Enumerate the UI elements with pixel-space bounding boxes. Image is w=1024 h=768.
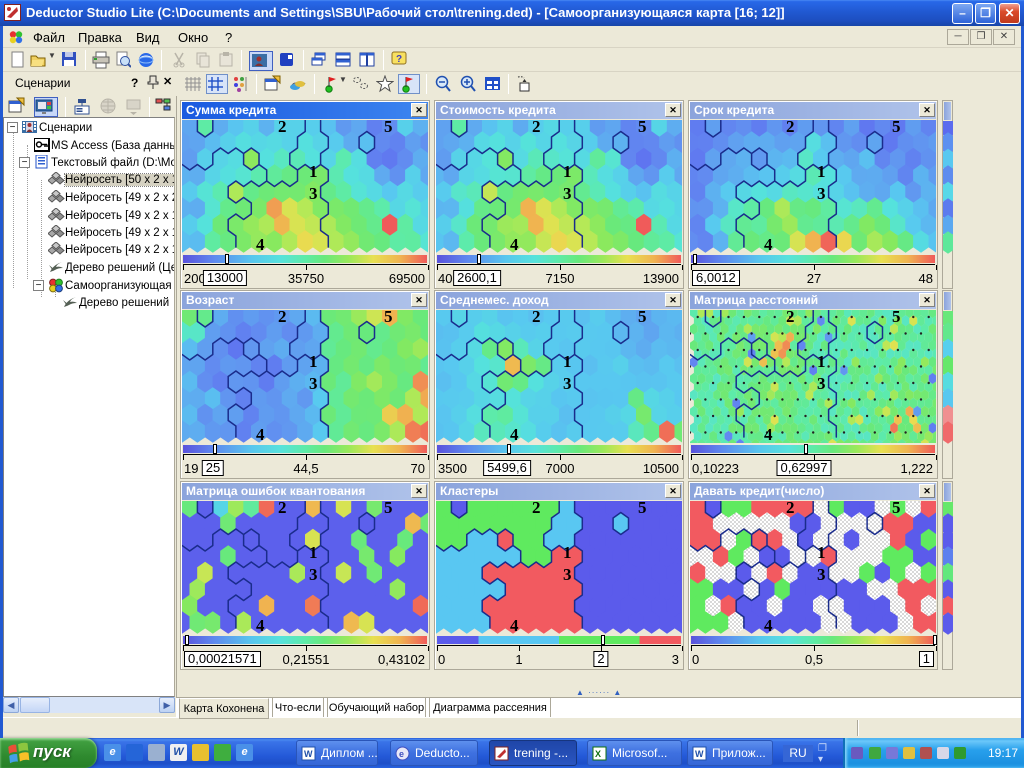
svg-text:3: 3 — [563, 565, 572, 584]
svg-text:4: 4 — [764, 425, 773, 443]
svg-text:3: 3 — [817, 374, 826, 393]
svg-text:4: 4 — [510, 425, 519, 443]
svg-text:W: W — [695, 749, 704, 759]
svg-text:4: 4 — [256, 616, 265, 634]
svg-text:e: e — [399, 749, 404, 759]
svg-text:3: 3 — [309, 565, 318, 584]
svg-text:2: 2 — [786, 310, 795, 326]
svg-text:4: 4 — [764, 235, 773, 253]
svg-text:3: 3 — [309, 184, 318, 203]
svg-text:2: 2 — [532, 120, 541, 136]
svg-text:1: 1 — [309, 162, 318, 181]
svg-text:1: 1 — [563, 162, 572, 181]
svg-text:1: 1 — [309, 352, 318, 371]
svg-text:?: ? — [396, 54, 402, 65]
svg-text:3: 3 — [563, 184, 572, 203]
svg-text:4: 4 — [256, 235, 265, 253]
svg-text:W: W — [304, 749, 313, 759]
svg-text:1: 1 — [563, 543, 572, 562]
svg-text:5: 5 — [638, 120, 647, 136]
svg-text:1: 1 — [563, 352, 572, 371]
svg-text:3: 3 — [563, 374, 572, 393]
svg-text:5: 5 — [638, 310, 647, 326]
svg-text:5: 5 — [384, 501, 393, 517]
svg-text:2: 2 — [532, 501, 541, 517]
svg-text:5: 5 — [384, 120, 393, 136]
svg-text:2: 2 — [786, 501, 795, 517]
svg-text:4: 4 — [256, 425, 265, 443]
svg-text:4: 4 — [510, 616, 519, 634]
svg-text:2: 2 — [278, 501, 287, 517]
svg-text:X: X — [595, 749, 601, 759]
svg-text:5: 5 — [892, 501, 901, 517]
svg-text:1: 1 — [309, 543, 318, 562]
svg-text:4: 4 — [510, 235, 519, 253]
svg-text:4: 4 — [764, 616, 773, 634]
svg-text:5: 5 — [892, 120, 901, 136]
svg-text:5: 5 — [384, 310, 393, 326]
svg-text:2: 2 — [786, 120, 795, 136]
svg-text:3: 3 — [817, 565, 826, 584]
svg-text:1: 1 — [817, 162, 826, 181]
svg-text:2: 2 — [278, 120, 287, 136]
svg-text:1: 1 — [817, 352, 826, 371]
svg-text:2: 2 — [532, 310, 541, 326]
svg-text:1: 1 — [817, 543, 826, 562]
svg-text:3: 3 — [309, 374, 318, 393]
svg-text:3: 3 — [817, 184, 826, 203]
svg-text:5: 5 — [892, 310, 901, 326]
svg-text:5: 5 — [638, 501, 647, 517]
svg-text:2: 2 — [278, 310, 287, 326]
